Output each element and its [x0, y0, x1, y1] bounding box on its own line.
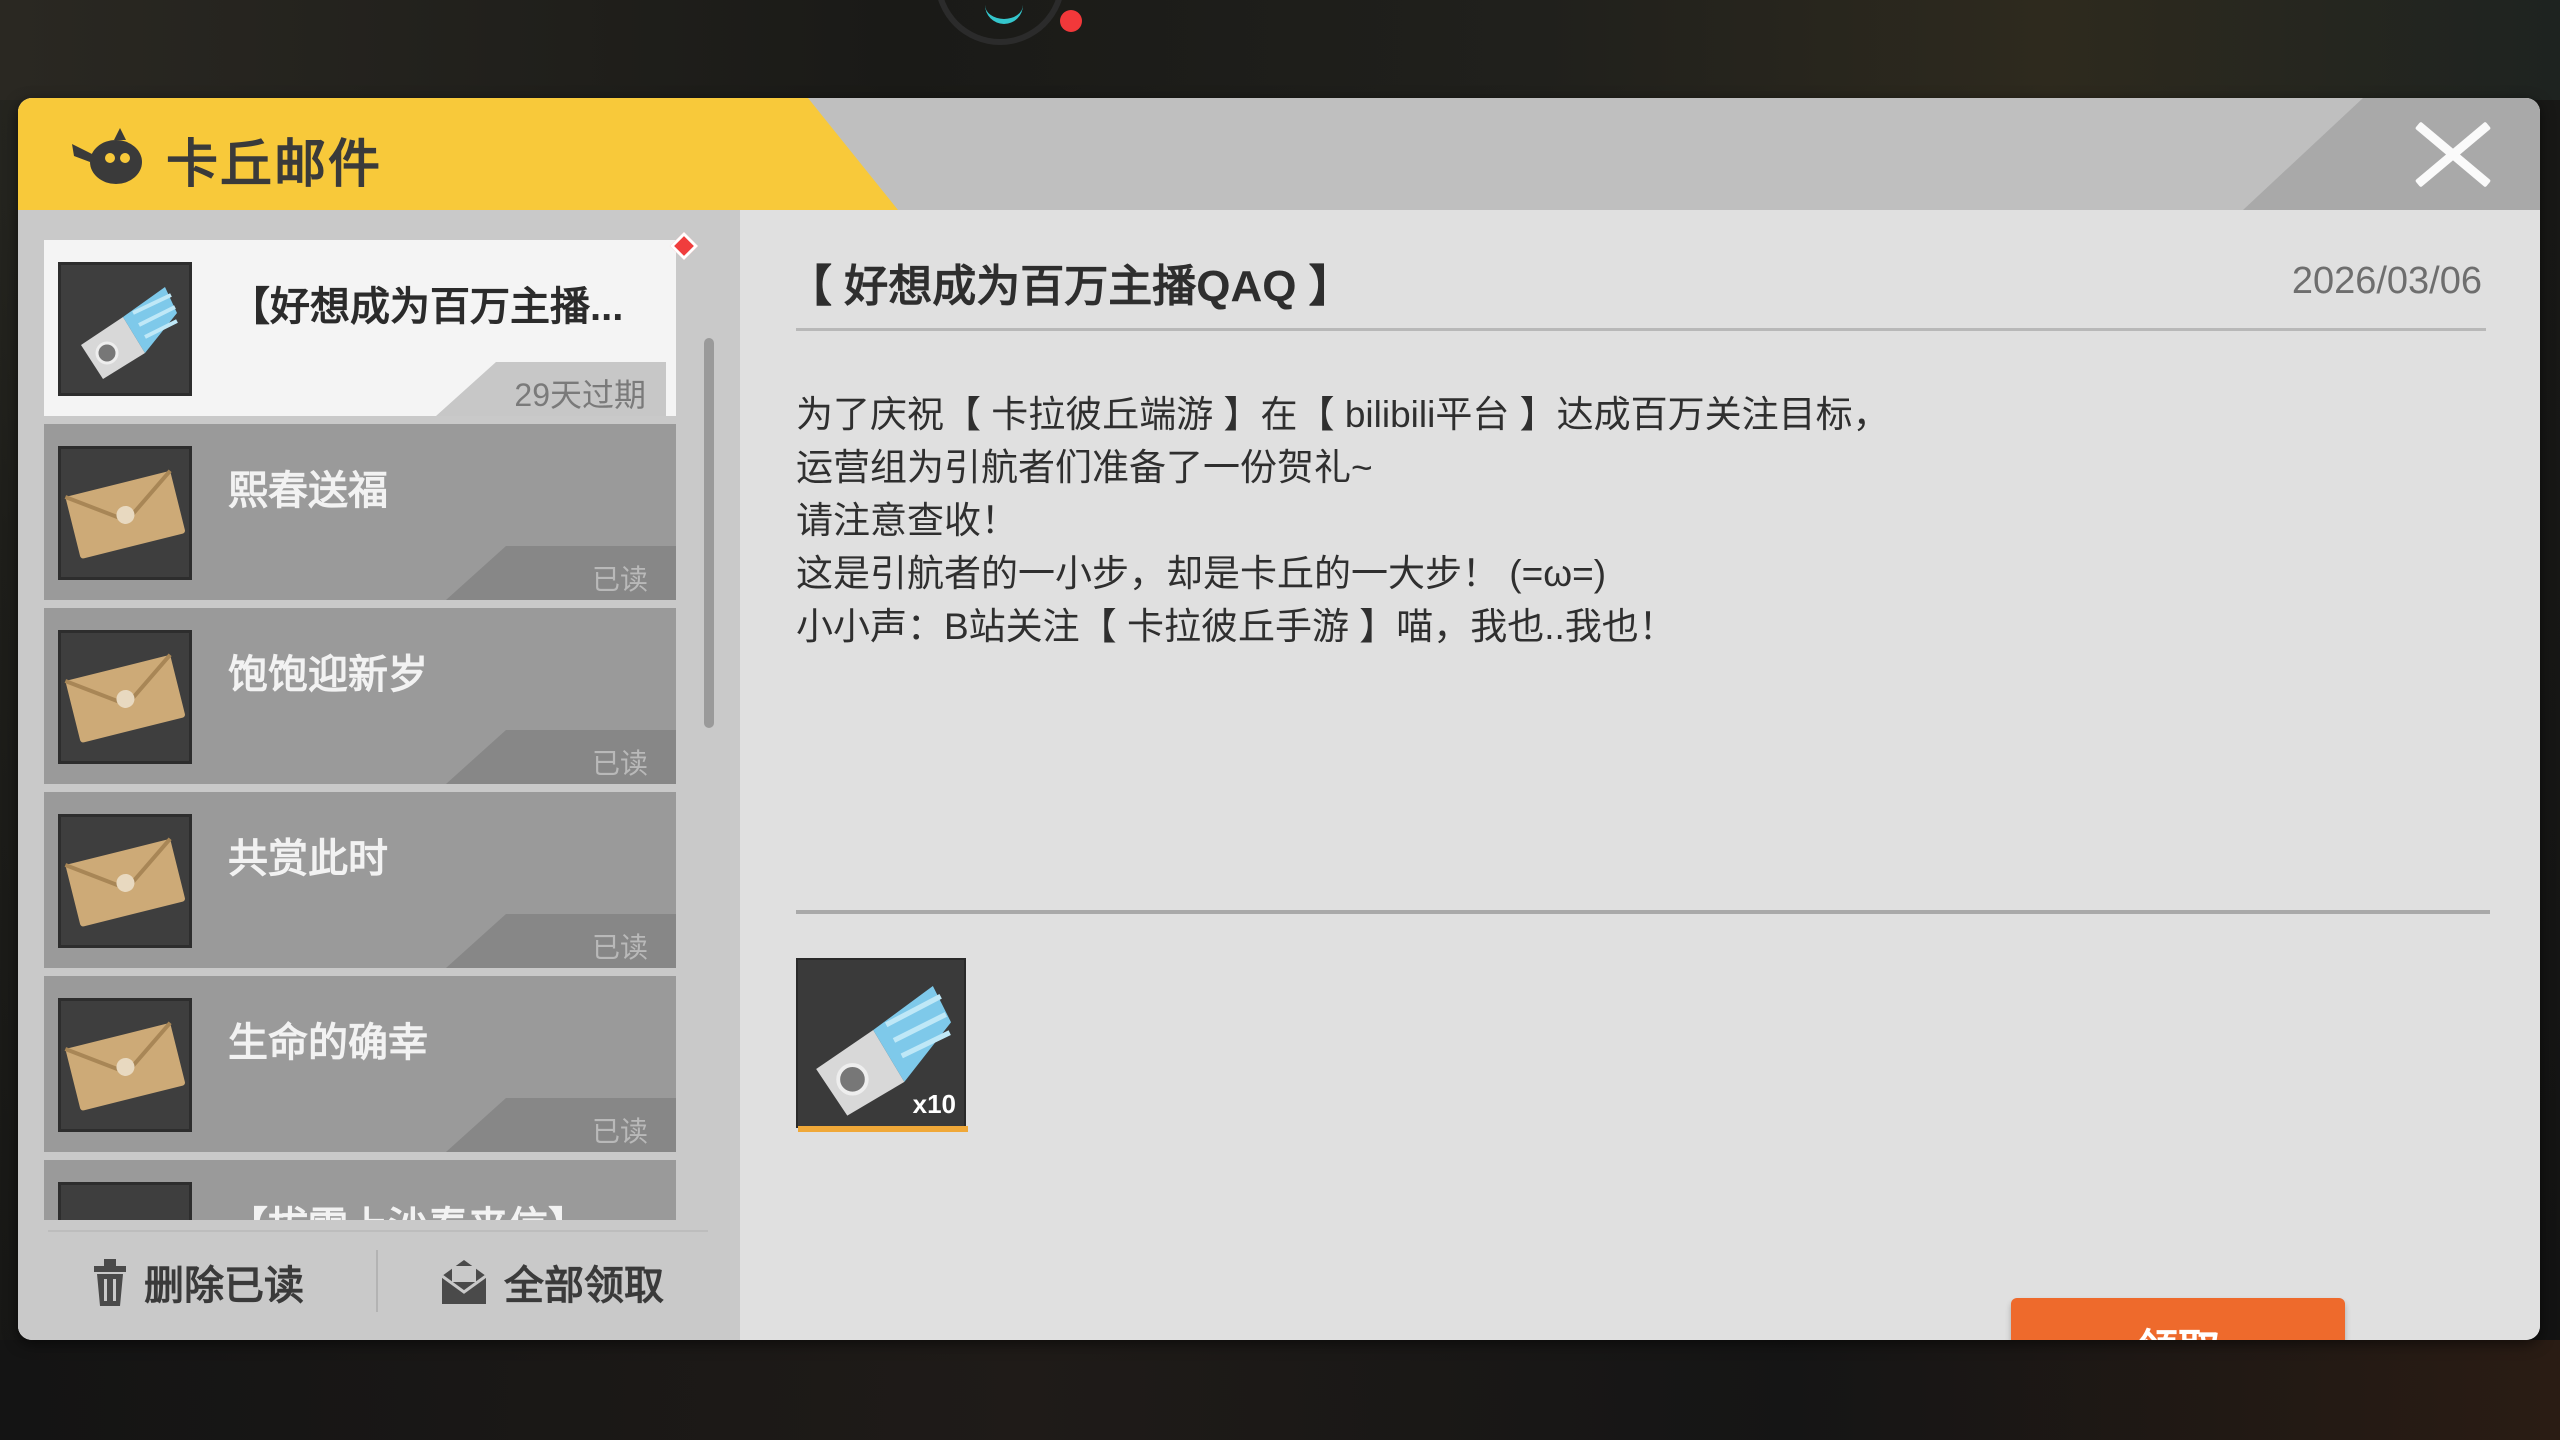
- read-label: 已读: [591, 1116, 648, 1147]
- mail-header: 卡丘邮件: [18, 98, 2540, 210]
- claim-all-label: 全部领取: [504, 1264, 664, 1308]
- mail-item-title: 饱饱迎新岁: [228, 653, 428, 697]
- mail-title: 卡丘邮件: [166, 136, 383, 194]
- mail-body-line: 运营组为引航者们准备了一份贺礼~: [796, 447, 1373, 488]
- mail-body-line: 小小声：B站关注【 卡拉彼丘手游 】喵，我也..我也！: [796, 606, 1676, 647]
- background-top: [0, 0, 2560, 100]
- reward-divider: [796, 910, 2490, 914]
- envelope-icon: [58, 998, 192, 1132]
- envelope-icon: [58, 1182, 192, 1220]
- mail-item[interactable]: 熙春送福 已读: [44, 424, 676, 600]
- trash-icon: [94, 1259, 126, 1306]
- mail-body: 为了庆祝【 卡拉彼丘端游 】在【 bilibili平台 】达成百万关注目标， 运…: [796, 388, 2496, 653]
- mail-body-line: 请注意查收！: [796, 500, 1018, 541]
- read-label: 已读: [591, 564, 648, 595]
- mail-window: 卡丘邮件 【好想成为百万主播... 29天过期 熙春送福 已读 饱饱迎新岁 已读…: [18, 98, 2540, 1340]
- mail-item-title: 【好想成为百万主播...: [230, 285, 624, 329]
- expiry-tag: 29天过期: [436, 362, 666, 416]
- mail-item[interactable]: 共赏此时 已读: [44, 792, 676, 968]
- mail-item[interactable]: 饱饱迎新岁 已读: [44, 608, 676, 784]
- read-label: 已读: [591, 932, 648, 963]
- read-tag: 已读: [446, 1098, 676, 1152]
- envelope-icon: [58, 446, 192, 580]
- ticket-icon: [58, 262, 192, 396]
- close-button[interactable]: [2243, 98, 2540, 210]
- mail-item-title: 生命的确幸: [228, 1021, 428, 1065]
- mail-item[interactable]: 生命的确幸 已读: [44, 976, 676, 1152]
- read-tag: 已读: [446, 914, 676, 968]
- mail-open-icon: [441, 1260, 487, 1304]
- claim-button[interactable]: 领取: [2011, 1298, 2345, 1340]
- mascot-face-icon: [935, 0, 1085, 45]
- mail-item-title: 共赏此时: [228, 837, 388, 881]
- mail-list[interactable]: 【好想成为百万主播... 29天过期 熙春送福 已读 饱饱迎新岁 已读 共赏此时…: [18, 210, 740, 1340]
- mail-detail: 【 好想成为百万主播QAQ 】 2026/03/06 为了庆祝【 卡拉彼丘端游 …: [740, 210, 2540, 1340]
- mail-item-title: 【拔雪上沙春来信】: [228, 1194, 588, 1220]
- bottom-divider-vertical: [376, 1250, 378, 1312]
- read-label: 已读: [591, 748, 648, 779]
- mail-item-partial[interactable]: 【拔雪上沙春来信】: [44, 1160, 676, 1220]
- mail-actions-bar: 删除已读 全部领取: [18, 1220, 740, 1340]
- title-divider: [796, 328, 2486, 331]
- read-tag: 已读: [446, 730, 676, 784]
- mail-body-line: 为了庆祝【 卡拉彼丘端游 】在【 bilibili平台 】达成百万关注目标，: [796, 394, 1890, 435]
- envelope-icon: [58, 814, 192, 948]
- mail-date: 2026/03/06: [2291, 260, 2482, 302]
- reward-quantity: x10: [912, 1089, 956, 1119]
- reward-rarity-bar: [798, 1126, 968, 1132]
- envelope-icon: [58, 630, 192, 764]
- read-tag: 已读: [446, 546, 676, 600]
- delete-read-label: 删除已读: [144, 1264, 304, 1308]
- mail-item-selected[interactable]: 【好想成为百万主播... 29天过期: [44, 240, 676, 416]
- bottom-divider: [48, 1230, 708, 1232]
- claim-all-button[interactable]: 全部领取: [438, 1254, 664, 1310]
- mail-list-scrollbar[interactable]: [704, 338, 714, 728]
- reward-item[interactable]: x10: [796, 958, 968, 1132]
- mail-item-title: 熙春送福: [228, 469, 388, 513]
- delete-read-button[interactable]: 删除已读: [90, 1254, 304, 1310]
- kachu-mascot-icon: [72, 128, 142, 184]
- expiry-label: 29天过期: [514, 377, 646, 413]
- background-bottom: [0, 1340, 2560, 1440]
- mail-detail-title: 【 好想成为百万主播QAQ 】: [788, 262, 1353, 311]
- mail-body-line: 这是引航者的一小步，却是卡丘的一大步！ (=ω=): [796, 553, 1607, 594]
